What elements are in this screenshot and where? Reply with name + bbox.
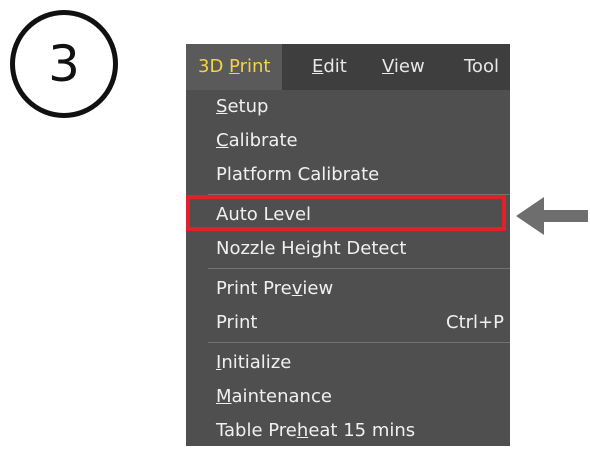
- menu-separator: [208, 342, 510, 343]
- menu-tools[interactable]: Tool: [464, 44, 499, 90]
- menu-edit[interactable]: Edit: [312, 44, 347, 90]
- menu-item-calibrate[interactable]: Calibrate: [216, 126, 298, 156]
- menu-window: 3D Print Edit View Tool Setup Calibrate …: [186, 44, 510, 446]
- menu-item-print-preview[interactable]: Print Preview: [216, 274, 333, 304]
- menu-item-platform-calibrate[interactable]: Platform Calibrate: [216, 160, 379, 190]
- menu-item-setup[interactable]: Setup: [216, 92, 268, 122]
- menu-item-maintenance[interactable]: Maintenance: [216, 382, 332, 412]
- menu-item-nozzle-height-detect[interactable]: Nozzle Height Detect: [216, 234, 406, 264]
- arrow-left-icon: [516, 197, 588, 235]
- menu-3d-print[interactable]: 3D Print: [186, 44, 283, 90]
- menu-item-print[interactable]: Print: [216, 308, 257, 338]
- auto-level-highlight-box: [186, 195, 506, 231]
- menu-item-table-preheat[interactable]: Table Preheat 15 mins: [216, 416, 415, 446]
- menu-item-initialize[interactable]: Initialize: [216, 348, 291, 378]
- menu-separator: [208, 268, 510, 269]
- print-dropdown-menu: Setup Calibrate Platform Calibrate Auto …: [186, 90, 510, 446]
- step-number: 3: [48, 35, 80, 93]
- print-shortcut: Ctrl+P: [446, 312, 504, 333]
- menu-bar: 3D Print Edit View Tool: [186, 44, 510, 90]
- step-number-badge: 3: [10, 10, 118, 118]
- menu-view[interactable]: View: [382, 44, 425, 90]
